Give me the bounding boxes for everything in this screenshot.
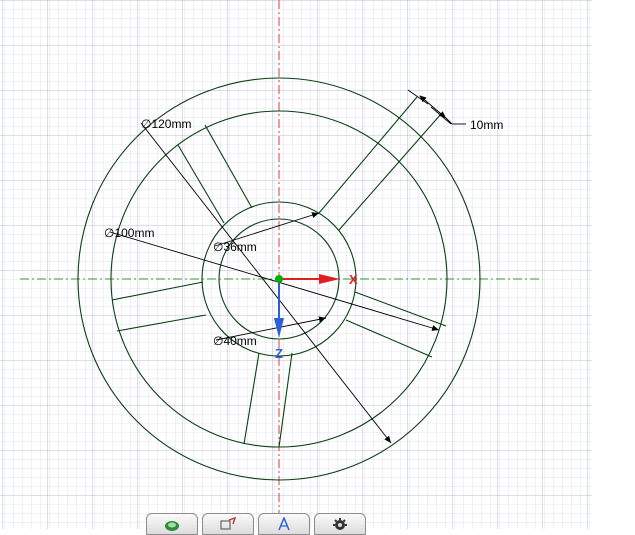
dimension-tool-button[interactable]: [258, 513, 310, 535]
dim-label-36[interactable]: ∅36mm: [213, 240, 257, 254]
bottom-toolbar: [146, 513, 366, 535]
constraint-tool-button[interactable]: [202, 513, 254, 535]
sketch-canvas[interactable]: ∅120mm ∅100mm ∅36mm ∅40mm 10mm X Z: [0, 0, 592, 529]
dim-label-120[interactable]: ∅120mm: [141, 117, 191, 131]
dim-label-spoke-width[interactable]: 10mm: [470, 118, 503, 132]
dim-label-100[interactable]: ∅100mm: [104, 226, 154, 240]
grid-background: [0, 0, 592, 529]
sketch-tool-button[interactable]: [146, 513, 198, 535]
settings-tool-button[interactable]: [314, 513, 366, 535]
z-axis-label: Z: [275, 346, 283, 361]
x-axis-label: X: [349, 272, 358, 287]
canvas-right-margin: [592, 0, 635, 529]
dim-label-40[interactable]: ∅40mm: [213, 334, 257, 348]
origin-point[interactable]: [275, 275, 283, 283]
